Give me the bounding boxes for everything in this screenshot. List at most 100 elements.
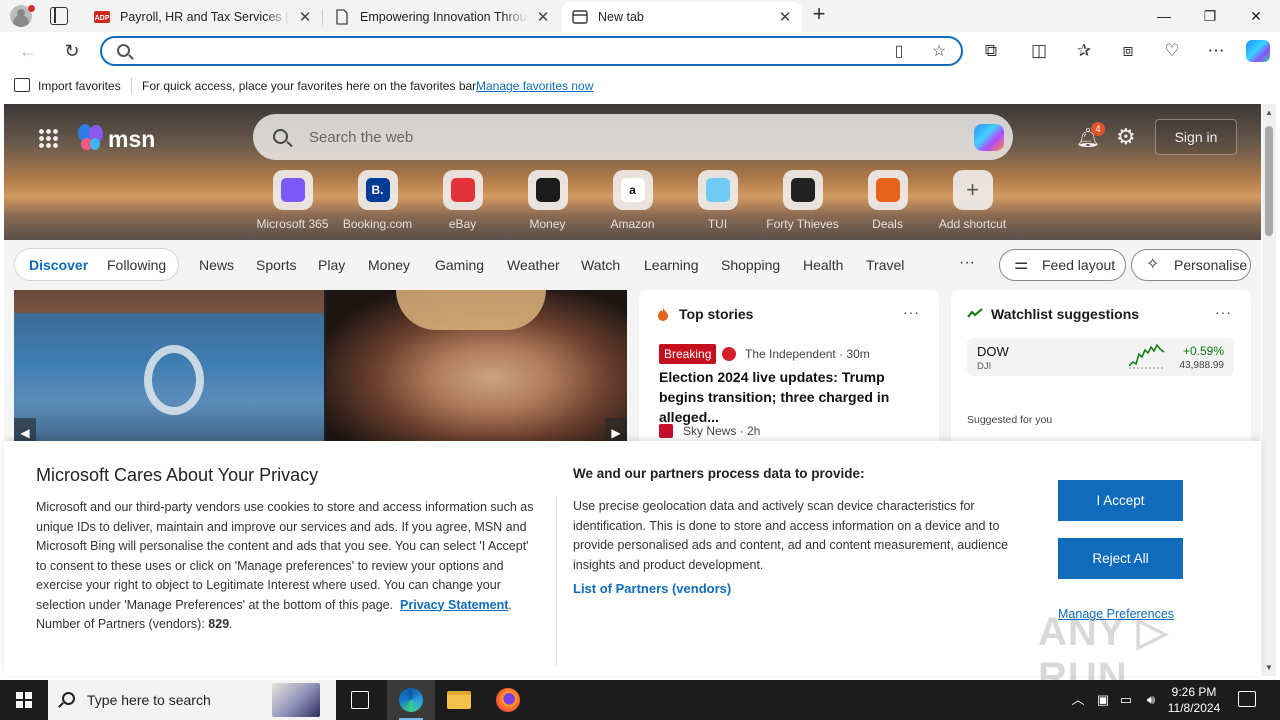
category-news[interactable]: News — [199, 257, 234, 273]
close-tab-icon[interactable]: ✕ — [298, 8, 312, 26]
accept-button[interactable]: I Accept — [1058, 480, 1183, 521]
shortcut-tile[interactable]: Deals — [845, 170, 930, 231]
page-scrollbar[interactable]: ▲ ▼ — [1262, 104, 1276, 676]
privacy-body: Microsoft and our third-party vendors us… — [36, 500, 534, 631]
msn-butterfly-icon — [78, 124, 103, 150]
shortcut-label: TUI — [707, 217, 728, 231]
tab-adp[interactable]: ADP Payroll, HR and Tax Services | ADP ✕ — [84, 2, 322, 32]
tab-empowering[interactable]: Empowering Innovation Through ✕ — [324, 2, 560, 32]
system-clock[interactable]: 9:26 PM 11/8/2024 — [1166, 684, 1222, 716]
close-tab-icon[interactable]: ✕ — [536, 8, 550, 26]
scroll-up-icon[interactable]: ▲ — [1265, 108, 1273, 117]
volume-icon[interactable]: 🔊︎ — [1140, 680, 1162, 720]
tray-chevron-icon[interactable]: ︿ — [1068, 680, 1088, 720]
category-gaming[interactable]: Gaming — [435, 257, 484, 273]
favorite-star-icon[interactable]: ☆ — [928, 41, 950, 63]
shortcut-label: Booking.com — [342, 217, 413, 231]
partners-list-link[interactable]: List of Partners (vendors) — [573, 581, 731, 596]
more-options-icon[interactable]: ··· — [903, 304, 920, 320]
category-play[interactable]: Play — [318, 257, 345, 273]
title-bar: ADP Payroll, HR and Tax Services | ADP ✕… — [0, 0, 1280, 32]
split-screen-icon[interactable]: ◫ — [1026, 39, 1052, 63]
privacy-statement-link[interactable]: Privacy Statement — [400, 598, 508, 612]
category-watch[interactable]: Watch — [581, 257, 620, 273]
restore-button[interactable]: ❐ — [1187, 0, 1233, 32]
tab-discover[interactable]: Discover — [29, 257, 88, 273]
shortcut-tile[interactable]: Forty Thieves — [760, 170, 845, 231]
back-button[interactable]: ← — [15, 39, 41, 63]
msn-logo-text[interactable]: msn — [108, 126, 155, 153]
story-headline[interactable]: Election 2024 live updates: Trump begins… — [659, 367, 929, 427]
new-tab-button[interactable]: + — [808, 3, 830, 26]
search-highlight-image — [272, 683, 320, 717]
task-view-button[interactable] — [336, 680, 384, 720]
taskbar-edge[interactable] — [387, 680, 435, 720]
dialog-divider — [556, 496, 557, 666]
manage-preferences-link[interactable]: Manage Preferences — [1058, 607, 1174, 621]
tab-separator — [322, 9, 323, 25]
shortcut-tile[interactable]: B. Booking.com — [335, 170, 420, 231]
app-launcher-icon[interactable] — [38, 128, 58, 148]
shortcut-tile[interactable]: eBay — [420, 170, 505, 231]
manage-favorites-link[interactable]: Manage favorites now — [476, 79, 593, 93]
close-tab-icon[interactable]: ✕ — [778, 8, 792, 26]
tab-new-tab[interactable]: New tab ✕ — [562, 2, 802, 32]
immersive-reader-icon[interactable]: ▯ — [888, 41, 910, 63]
import-favorites-button[interactable]: Import favorites — [38, 79, 121, 93]
shortcut-tile[interactable]: TUI — [675, 170, 760, 231]
category-health[interactable]: Health — [803, 257, 843, 273]
feed-layout-label: Feed layout — [1042, 257, 1116, 273]
scroll-down-icon[interactable]: ▼ — [1265, 663, 1273, 672]
feed-layout-button[interactable]: ⚌ Feed layout — [999, 249, 1126, 281]
shortcut-label: Add shortcut — [938, 217, 1007, 231]
category-sports[interactable]: Sports — [256, 257, 296, 273]
extensions-icon[interactable]: ⧉ — [978, 39, 1004, 63]
tab-actions-icon[interactable] — [50, 7, 68, 25]
sign-in-button[interactable]: Sign in — [1155, 119, 1237, 155]
settings-more-icon[interactable]: ⋯ — [1203, 39, 1229, 63]
hero-news-card[interactable]: ◀ ▶ — [14, 290, 627, 450]
address-bar[interactable]: ▯ ☆ — [100, 36, 963, 66]
amazon-icon: a — [620, 178, 645, 202]
clock-date: 11/8/2024 — [1167, 701, 1221, 715]
favorites-icon[interactable]: ✰ — [1071, 39, 1097, 63]
scroll-thumb[interactable] — [1265, 126, 1273, 236]
category-weather[interactable]: Weather — [507, 257, 560, 273]
more-options-icon[interactable]: ··· — [1215, 304, 1232, 320]
tray-network-icon[interactable]: ▣ — [1093, 680, 1113, 720]
copilot-icon[interactable] — [1246, 40, 1270, 62]
windows-start-icon[interactable] — [16, 692, 32, 708]
taskbar-firefox[interactable] — [484, 680, 532, 720]
notification-center-icon[interactable] — [1238, 691, 1256, 707]
partners-count-label: Number of Partners (vendors): — [36, 617, 205, 631]
shortcut-tile[interactable]: Money — [505, 170, 590, 231]
tray-display-icon[interactable]: ▭ — [1116, 680, 1136, 720]
taskbar-file-explorer[interactable] — [435, 680, 483, 720]
personalise-button[interactable]: ✧ Personalise — [1131, 249, 1251, 281]
shortcut-tile[interactable]: Microsoft 365 — [250, 170, 335, 231]
category-travel[interactable]: Travel — [866, 257, 904, 273]
taskbar-search[interactable]: Type here to search — [48, 680, 336, 720]
more-categories-icon[interactable]: ··· — [959, 254, 975, 272]
close-window-button[interactable]: ✕ — [1233, 0, 1279, 32]
reject-all-button[interactable]: Reject All — [1058, 538, 1183, 579]
category-money[interactable]: Money — [368, 257, 410, 273]
refresh-button[interactable]: ↻ — [59, 39, 85, 63]
minimize-button[interactable]: — — [1141, 0, 1187, 32]
address-input[interactable] — [142, 41, 882, 61]
tab-following[interactable]: Following — [107, 257, 166, 273]
gear-icon[interactable]: ⚙ — [1116, 124, 1136, 150]
collections-icon[interactable]: ⧈ — [1115, 39, 1141, 63]
shortcut-tile[interactable]: a Amazon — [590, 170, 675, 231]
copilot-icon[interactable] — [974, 124, 1004, 151]
web-search-box[interactable]: Search the web — [253, 114, 1013, 160]
shortcut-icon-frame — [782, 170, 823, 210]
category-shopping[interactable]: Shopping — [721, 257, 780, 273]
tui-icon — [705, 178, 730, 202]
shortcut-icon-frame — [272, 170, 313, 210]
category-learning[interactable]: Learning — [644, 257, 699, 273]
shortcut-tile[interactable]: + Add shortcut — [930, 170, 1015, 231]
story-source: Sky News · 2h — [683, 424, 761, 438]
stock-row-dow[interactable]: DOW DJI +0.59% 43,988.99 — [967, 338, 1234, 376]
performance-icon[interactable]: ♡ — [1159, 39, 1185, 63]
